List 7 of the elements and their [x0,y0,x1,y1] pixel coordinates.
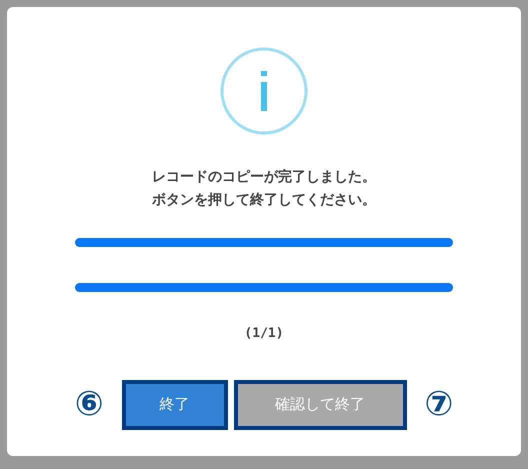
action-button[interactable]: 確認して終了 [234,380,406,430]
action-button[interactable]: 終了 [122,380,228,430]
progress-counter: (1/1) [244,325,284,343]
callout-number: ⑦ [424,384,454,424]
callout-number: ⑥ [74,384,104,424]
info-icon [220,47,308,135]
message-text: レコードのコピーが完了しました。 ボタンを押して終了してください。 [152,168,376,210]
